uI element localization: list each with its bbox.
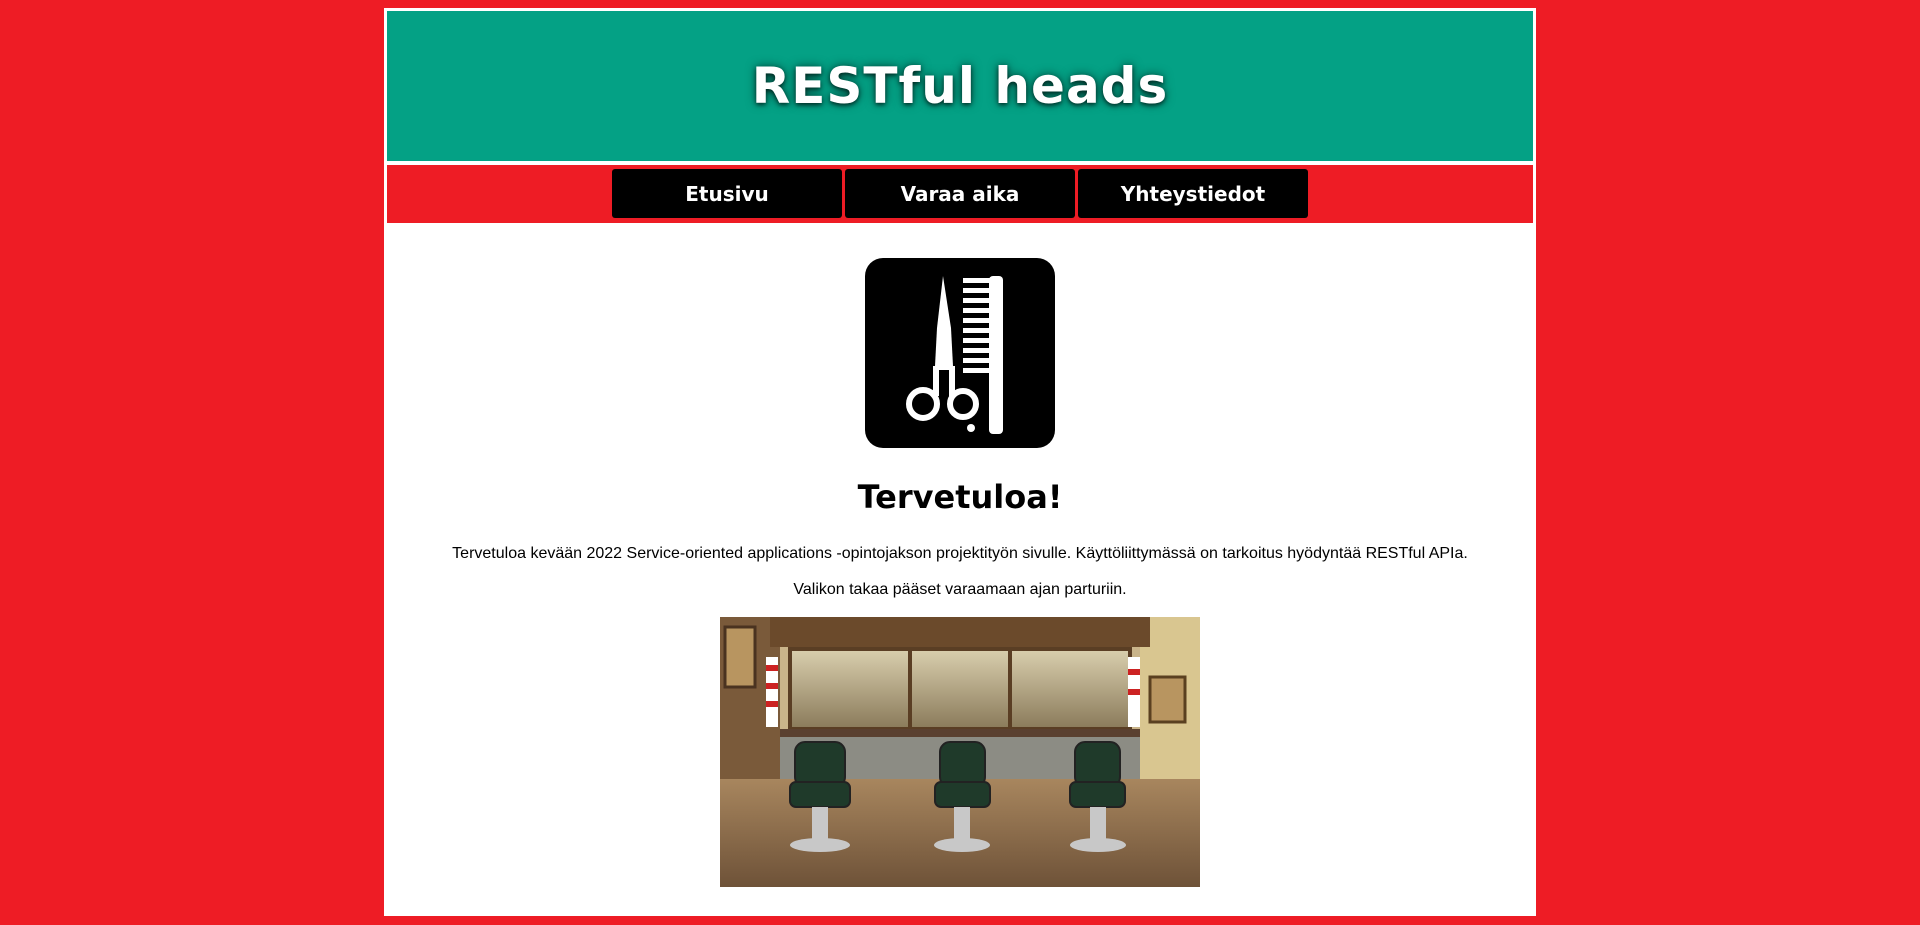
site-header: RESTful heads (387, 11, 1533, 161)
nav-item-varaa-aika[interactable]: Varaa aika (845, 169, 1075, 218)
nav-item-etusivu[interactable]: Etusivu (612, 169, 842, 218)
intro-paragraph: Tervetuloa kevään 2022 Service-oriented … (452, 545, 1468, 562)
main-nav: Etusivu Varaa aika Yhteystiedot (387, 165, 1533, 223)
site-title: RESTful heads (751, 57, 1169, 115)
scissors-comb-icon (865, 258, 1055, 448)
nav-item-yhteystiedot[interactable]: Yhteystiedot (1078, 169, 1308, 218)
page-container: RESTful heads Etusivu Varaa aika Yhteyst… (384, 8, 1536, 916)
barbershop-interior-photo (720, 617, 1200, 887)
booking-hint-paragraph: Valikon takaa pääset varaamaan ajan part… (793, 581, 1127, 598)
welcome-heading: Tervetuloa! (857, 478, 1063, 516)
